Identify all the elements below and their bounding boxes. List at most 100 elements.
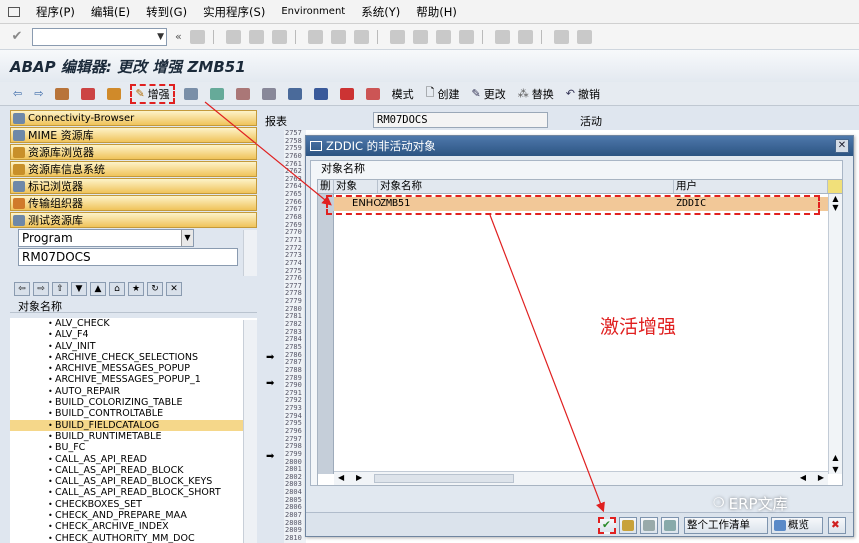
panel-scrollbar[interactable] — [243, 230, 257, 276]
tree-item[interactable]: CHECK_AND_PREPARE_MAA — [10, 510, 257, 521]
enhancement-arrow-icon[interactable]: ➡ — [266, 451, 274, 462]
tree-item[interactable]: BUILD_CONTROLTABLE — [10, 408, 257, 419]
col-user[interactable]: 用户 — [674, 180, 828, 193]
tree-item[interactable]: ARCHIVE_CHECK_SELECTIONS — [10, 352, 257, 363]
chevron-down-icon[interactable]: ▼ — [157, 32, 164, 42]
nav-up-icon[interactable]: ⇧ — [52, 282, 68, 296]
command-field[interactable]: ▼ — [32, 27, 167, 46]
menu-help[interactable]: 帮助(H) — [416, 4, 457, 20]
menu-edit[interactable]: 编辑(E) — [91, 4, 130, 20]
tree-item[interactable]: CALL_AS_API_READ_BLOCK_SHORT — [10, 487, 257, 498]
tree-item[interactable]: CHECK_AUTHORITY_MM_DOC — [10, 533, 257, 543]
layout-icon[interactable] — [576, 29, 592, 44]
repository-browser-button[interactable]: 资源库浏览器 — [10, 144, 257, 160]
grid-horizontal-scrollbar[interactable]: ◀ ▶ ◀ ▶ — [334, 471, 828, 485]
tree-item[interactable]: BUILD_RUNTIMETABLE — [10, 431, 257, 442]
overview-button[interactable]: 概览 — [771, 517, 823, 534]
transport-organizer-button[interactable]: 传输组织器 — [10, 195, 257, 211]
tree-item[interactable]: ALV_F4 — [10, 329, 257, 340]
refresh-icon[interactable]: ↻ — [147, 282, 163, 296]
tree-item[interactable]: ALV_INIT — [10, 341, 257, 352]
tree-item[interactable]: AUTO_REPAIR — [10, 386, 257, 397]
change-button[interactable]: ✎ 更改 — [469, 86, 509, 102]
menu-goto[interactable]: 转到(G) — [146, 4, 187, 20]
tree-item[interactable]: BUILD_FIELDCATALOG — [10, 419, 257, 431]
tree-item[interactable]: CHECK_ARCHIVE_INDEX — [10, 521, 257, 532]
test-repository-button[interactable]: 测试资源库 — [10, 212, 257, 228]
scroll-up-icon[interactable]: ▲ — [829, 453, 842, 462]
where-used-icon[interactable] — [207, 87, 227, 100]
nav-forward-icon[interactable]: ⇨ — [33, 282, 49, 296]
expand-icon[interactable]: ▲ — [90, 282, 106, 296]
tree-item[interactable]: CALL_AS_API_READ_BLOCK — [10, 465, 257, 476]
connectivity-browser-button[interactable]: Connectivity-Browser — [10, 110, 257, 126]
tree-item[interactable]: CALL_AS_API_READ_BLOCK_KEYS — [10, 476, 257, 487]
last-page-icon[interactable] — [458, 29, 474, 44]
print-icon[interactable] — [307, 29, 323, 44]
help-icon[interactable] — [553, 29, 569, 44]
tag-browser-button[interactable]: 标记浏览器 — [10, 178, 257, 194]
back-icon[interactable] — [225, 29, 241, 44]
menu-program[interactable]: 程序(P) — [36, 4, 75, 20]
object-type-select[interactable]: Program ▼ — [18, 229, 194, 247]
replace-button[interactable]: ⁂ 替换 — [515, 86, 557, 102]
display-change-icon[interactable] — [52, 87, 72, 100]
tree-item[interactable]: CALL_AS_API_READ — [10, 454, 257, 465]
info-icon[interactable] — [311, 87, 331, 100]
pattern-button[interactable]: 模式 — [389, 86, 417, 102]
col-delete[interactable]: 删 — [318, 180, 334, 193]
tree-item[interactable]: BUILD_COLORIZING_TABLE — [10, 397, 257, 408]
scroll-left-icon[interactable]: ◀ — [800, 473, 806, 482]
scroll-left-icon[interactable]: ◀ — [338, 473, 344, 482]
prev-page-icon[interactable] — [412, 29, 428, 44]
chevron-down-icon[interactable]: ▼ — [181, 230, 193, 246]
cancel-button[interactable]: ✖ — [828, 517, 846, 534]
undo-button[interactable]: ↶ 撤销 — [563, 86, 603, 102]
select-all-button[interactable] — [619, 517, 637, 534]
window-icon[interactable] — [285, 87, 305, 100]
enhancement-arrow-icon[interactable]: ➡ — [266, 352, 274, 363]
next-page-icon[interactable] — [435, 29, 451, 44]
grid-vertical-scrollbar[interactable]: ▲ ▼ ▲ ▼ — [828, 194, 842, 474]
save-icon[interactable] — [189, 29, 205, 44]
breakpoint-icon[interactable] — [337, 87, 357, 100]
menu-environment[interactable]: Environment — [281, 6, 345, 17]
details-button[interactable] — [661, 517, 679, 534]
history-icon[interactable]: « — [175, 30, 182, 43]
shortcut-icon[interactable] — [517, 29, 533, 44]
find-next-icon[interactable] — [353, 29, 369, 44]
new-session-icon[interactable] — [494, 29, 510, 44]
tree-item[interactable]: ARCHIVE_MESSAGES_POPUP — [10, 363, 257, 374]
col-object-name[interactable]: 对象名称 — [378, 180, 674, 193]
table-row[interactable]: ENHO ZMB51 ZDDIC — [318, 197, 828, 211]
hierarchy-icon[interactable] — [233, 87, 253, 100]
collapse-icon[interactable]: ▼ — [71, 282, 87, 296]
tree-item[interactable]: BU_FC — [10, 442, 257, 453]
row-selector-column[interactable] — [318, 194, 334, 474]
session-breakpoint-icon[interactable] — [363, 87, 383, 100]
layout-settings-icon[interactable] — [828, 180, 842, 193]
mime-repository-button[interactable]: MIME 资源库 — [10, 127, 257, 143]
activate-icon[interactable] — [104, 87, 124, 100]
col-object[interactable]: 对象 — [334, 180, 378, 193]
close-icon[interactable]: ✕ — [835, 139, 849, 153]
entire-worklist-button[interactable]: 整个工作清单 — [684, 517, 768, 534]
scroll-thumb[interactable] — [374, 474, 514, 483]
pretty-printer-icon[interactable] — [259, 87, 279, 100]
menu-utilities[interactable]: 实用程序(S) — [203, 4, 265, 20]
cancel-icon[interactable] — [271, 29, 287, 44]
scroll-right-icon[interactable]: ▶ — [818, 473, 824, 482]
tree-item[interactable]: ARCHIVE_MESSAGES_POPUP_1 — [10, 374, 257, 385]
object-name-input[interactable]: RM07DOCS — [18, 248, 238, 266]
menu-system[interactable]: 系统(Y) — [361, 4, 400, 20]
enhancement-arrow-icon[interactable]: ➡ — [266, 378, 274, 389]
scroll-down-icon[interactable]: ▼ — [829, 465, 842, 474]
scroll-up-icon[interactable]: ▲ — [829, 194, 842, 203]
nav-back-icon[interactable]: ⇦ — [14, 282, 30, 296]
test-icon[interactable] — [181, 87, 201, 100]
scroll-right-icon[interactable]: ▶ — [356, 473, 362, 482]
first-page-icon[interactable] — [389, 29, 405, 44]
hierarchy-icon[interactable]: ⌂ — [109, 282, 125, 296]
forward-arrow-icon[interactable]: ⇨ — [31, 87, 46, 100]
check-icon[interactable] — [78, 87, 98, 100]
